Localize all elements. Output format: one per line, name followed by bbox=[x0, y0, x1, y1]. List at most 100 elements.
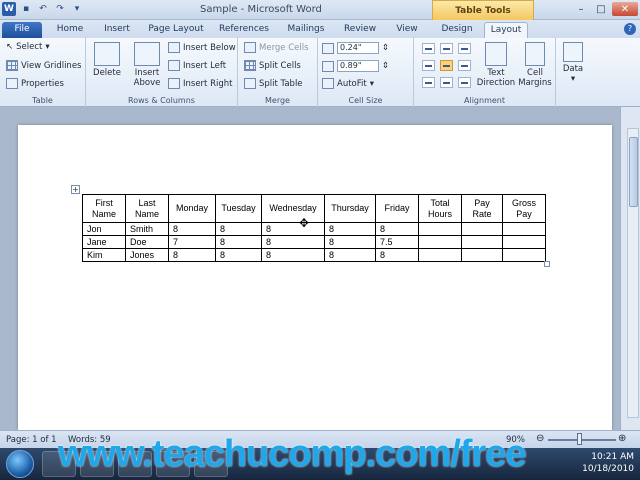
close-icon[interactable]: ✕ bbox=[612, 2, 638, 16]
vertical-scrollbar[interactable] bbox=[627, 128, 639, 418]
zoom-slider-thumb[interactable] bbox=[577, 433, 582, 445]
spinner-icon[interactable]: ⇕ bbox=[382, 61, 389, 71]
redo-icon[interactable]: ↷ bbox=[53, 2, 67, 16]
start-button-icon[interactable] bbox=[6, 450, 34, 478]
table-cell[interactable]: Jane bbox=[82, 235, 126, 249]
table-cell[interactable]: Wednesday bbox=[261, 194, 325, 223]
table-cell[interactable]: 8 bbox=[324, 235, 376, 249]
table-cell[interactable]: 8 bbox=[215, 248, 262, 262]
view-gridlines-button[interactable]: View Gridlines bbox=[6, 60, 81, 71]
table-cell[interactable]: Jon bbox=[82, 222, 126, 236]
scrollbar-thumb[interactable] bbox=[629, 137, 638, 207]
cell-margins-button[interactable]: Cell Margins bbox=[516, 42, 554, 88]
page-count[interactable]: Page: 1 of 1 bbox=[6, 435, 57, 445]
tab-home[interactable]: Home bbox=[52, 22, 88, 38]
table-cell[interactable]: Jones bbox=[125, 248, 169, 262]
table-cell[interactable]: Last Name bbox=[125, 194, 169, 223]
table-cell[interactable]: 7 bbox=[168, 235, 216, 249]
align-center-left-icon[interactable] bbox=[422, 60, 435, 71]
table-cell[interactable] bbox=[461, 222, 503, 236]
spinner-icon[interactable]: ⇕ bbox=[382, 43, 389, 53]
width-field[interactable]: 0.89" ⇕ bbox=[322, 60, 389, 72]
zoom-out-icon[interactable]: ⊖ bbox=[536, 433, 544, 444]
align-bottom-center-icon[interactable] bbox=[440, 77, 453, 88]
tab-design[interactable]: Design bbox=[436, 22, 478, 38]
select-button[interactable]: ↖ Select ▾ bbox=[6, 42, 50, 52]
table-cell[interactable] bbox=[461, 235, 503, 249]
table-cell[interactable] bbox=[461, 248, 503, 262]
height-input[interactable]: 0.24" bbox=[337, 42, 379, 54]
table-move-handle-icon[interactable]: + bbox=[71, 185, 80, 194]
width-input[interactable]: 0.89" bbox=[337, 60, 379, 72]
qat-dropdown-icon[interactable]: ▾ bbox=[70, 2, 84, 16]
align-top-left-icon[interactable] bbox=[422, 43, 435, 54]
table-cell[interactable]: 8 bbox=[261, 248, 325, 262]
height-field[interactable]: 0.24" ⇕ bbox=[322, 42, 389, 54]
insert-above-button[interactable]: Insert Above bbox=[130, 42, 164, 88]
table-cell[interactable]: 8 bbox=[261, 235, 325, 249]
align-center-right-icon[interactable] bbox=[458, 60, 471, 71]
document-page[interactable] bbox=[18, 125, 612, 430]
table-cell[interactable]: Total Hours bbox=[418, 194, 462, 223]
maximize-icon[interactable]: □ bbox=[592, 2, 610, 16]
zoom-in-icon[interactable]: ⊕ bbox=[618, 433, 626, 444]
tab-review[interactable]: Review bbox=[340, 22, 380, 38]
tab-mailings[interactable]: Mailings bbox=[282, 22, 330, 38]
split-table-button[interactable]: Split Table bbox=[244, 78, 303, 89]
tab-file[interactable]: File bbox=[2, 22, 42, 38]
table-cell[interactable]: 8 bbox=[324, 248, 376, 262]
table-cell[interactable]: 8 bbox=[168, 222, 216, 236]
text-direction-button[interactable]: Text Direction bbox=[476, 42, 516, 88]
table-cell[interactable]: Kim bbox=[82, 248, 126, 262]
table-cell[interactable]: Gross Pay bbox=[502, 194, 546, 223]
table-cell[interactable]: Thursday bbox=[324, 194, 376, 223]
table-cell[interactable]: 7.5 bbox=[375, 235, 419, 249]
undo-icon[interactable]: ↶ bbox=[36, 2, 50, 16]
insert-below-button[interactable]: Insert Below bbox=[168, 42, 236, 53]
table-cell[interactable]: Smith bbox=[125, 222, 169, 236]
table-cell[interactable] bbox=[502, 222, 546, 236]
table-cell[interactable]: 8 bbox=[375, 248, 419, 262]
table-cell[interactable] bbox=[418, 235, 462, 249]
word-logo-icon[interactable]: W bbox=[2, 2, 16, 16]
system-clock[interactable]: 10:21 AM 10/18/2010 bbox=[582, 451, 634, 475]
table-cell[interactable]: 8 bbox=[215, 235, 262, 249]
align-top-right-icon[interactable] bbox=[458, 43, 471, 54]
autofit-button[interactable]: AutoFit ▾ bbox=[322, 78, 374, 89]
tab-view[interactable]: View bbox=[390, 22, 424, 38]
help-icon[interactable]: ? bbox=[624, 23, 636, 35]
data-button[interactable]: Data ▾ bbox=[558, 42, 588, 84]
word-table[interactable]: First Name Last Name Monday Tuesday Wedn… bbox=[82, 194, 546, 262]
table-cell[interactable]: 8 bbox=[168, 248, 216, 262]
insert-left-button[interactable]: Insert Left bbox=[168, 60, 226, 71]
align-bottom-right-icon[interactable] bbox=[458, 77, 471, 88]
tab-layout[interactable]: Layout bbox=[484, 22, 528, 38]
table-resize-handle[interactable] bbox=[544, 261, 550, 267]
align-bottom-left-icon[interactable] bbox=[422, 77, 435, 88]
minimize-icon[interactable]: – bbox=[572, 2, 590, 16]
table-cell[interactable] bbox=[502, 248, 546, 262]
table-cell[interactable]: Friday bbox=[375, 194, 419, 223]
tab-references[interactable]: References bbox=[216, 22, 272, 38]
table-cell[interactable]: Pay Rate bbox=[461, 194, 503, 223]
table-cell[interactable] bbox=[418, 222, 462, 236]
table-cell[interactable] bbox=[418, 248, 462, 262]
tab-page-layout[interactable]: Page Layout bbox=[146, 22, 206, 38]
table-cell[interactable]: 8 bbox=[261, 222, 325, 236]
table-cell[interactable]: Doe bbox=[125, 235, 169, 249]
tab-insert[interactable]: Insert bbox=[98, 22, 136, 38]
table-cell[interactable] bbox=[502, 235, 546, 249]
split-cells-button[interactable]: Split Cells bbox=[244, 60, 301, 71]
table-cell[interactable]: Tuesday bbox=[215, 194, 262, 223]
delete-button[interactable]: Delete bbox=[92, 42, 122, 78]
align-center-icon[interactable] bbox=[440, 60, 453, 71]
merge-cells-button[interactable]: Merge Cells bbox=[244, 42, 309, 53]
save-icon[interactable]: ▪ bbox=[19, 2, 33, 16]
table-cell[interactable]: First Name bbox=[82, 194, 126, 223]
align-top-center-icon[interactable] bbox=[440, 43, 453, 54]
table-cell[interactable]: 8 bbox=[324, 222, 376, 236]
table-cell[interactable]: 8 bbox=[375, 222, 419, 236]
table-cell[interactable]: Monday bbox=[168, 194, 216, 223]
table-cell[interactable]: 8 bbox=[215, 222, 262, 236]
zoom-slider[interactable] bbox=[548, 439, 616, 441]
